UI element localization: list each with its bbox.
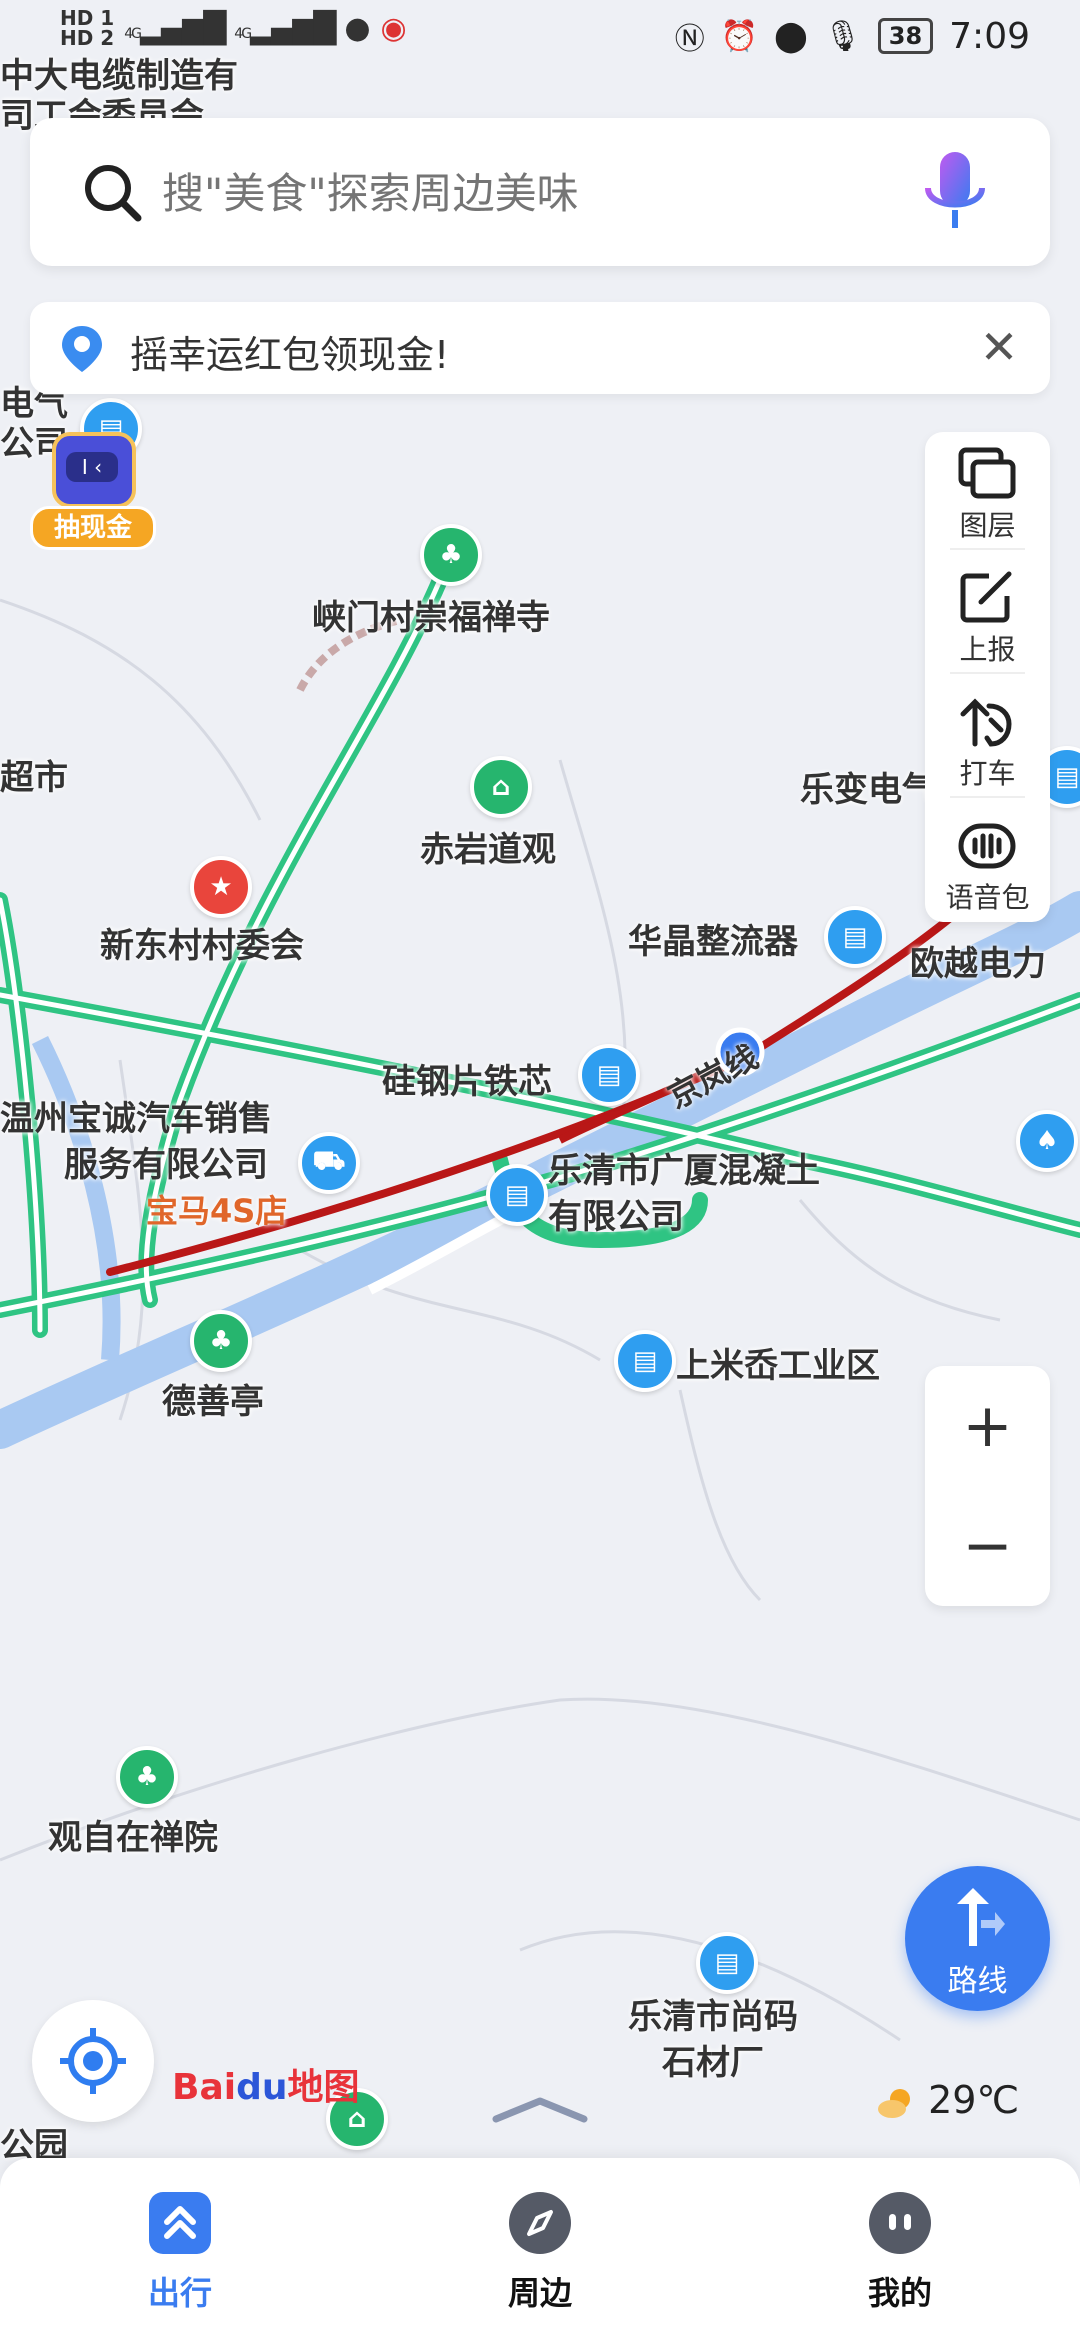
tool-voice-pack[interactable]: 语音包 xyxy=(925,804,1050,914)
label-ouyue[interactable]: 欧越电力 xyxy=(910,936,1046,985)
taxi-icon xyxy=(960,698,1012,747)
label-deshan[interactable]: 德善亭 xyxy=(162,1374,264,1423)
label-xindong[interactable]: 新东村村委会 xyxy=(100,918,304,967)
label-xiamen-temple[interactable]: 峡门村崇福禅寺 xyxy=(312,590,550,639)
tool-report-label: 上报 xyxy=(959,633,1016,666)
search-input[interactable] xyxy=(160,158,884,228)
clock: 7:09 xyxy=(949,15,1030,57)
cash-draw-label: 抽现金 xyxy=(30,506,156,550)
edit-icon xyxy=(960,571,1012,623)
chat-icon: ● xyxy=(344,10,371,46)
crosshair-icon xyxy=(60,2028,126,2094)
nfc-icon: Ⓝ xyxy=(674,22,705,57)
label-chiyan[interactable]: 赤岩道观 xyxy=(420,822,556,871)
microphone-icon[interactable] xyxy=(920,148,990,238)
app-notification-icon: ◉ xyxy=(380,10,407,46)
mic-status-icon: 🎙 xyxy=(823,18,862,54)
poi-guanzizai-icon[interactable]: ♣ xyxy=(116,1746,178,1808)
label-lebian[interactable]: 乐变电气 xyxy=(800,762,936,811)
tool-layers[interactable]: 图层 xyxy=(925,432,1050,550)
zoom-out-button[interactable]: − xyxy=(925,1486,1050,1606)
tool-report[interactable]: 上报 xyxy=(925,556,1050,674)
status-bar: HD 1 HD 2 4G▂▄▆█ 4G▂▄▆█ ● ◉ Ⓝ ⏰ ⬤ 🎙 38 7… xyxy=(0,0,1080,80)
label-guanzizai[interactable]: 观自在禅院 xyxy=(48,1810,218,1859)
promo-text[interactable]: 摇幸运红包领现金! xyxy=(130,324,449,379)
promo-banner[interactable]: 摇幸运红包领现金! ✕ xyxy=(30,302,1050,394)
route-arrow-icon xyxy=(957,1888,1005,1946)
layers-icon xyxy=(958,447,1016,499)
zoom-control: + − xyxy=(925,1366,1050,1606)
label-market[interactable]: 超市 xyxy=(0,750,68,799)
nav-travel-label: 出行 xyxy=(147,2274,212,2312)
map-tools-panel: 图层 上报 打车 语音包 xyxy=(925,432,1050,922)
nav-profile[interactable]: 我的 xyxy=(800,2192,1000,2314)
close-icon[interactable]: ✕ xyxy=(974,322,1024,372)
poi-shangma-icon[interactable]: ▤ xyxy=(696,1932,758,1994)
tool-taxi[interactable]: 打车 xyxy=(925,680,1050,798)
route-button[interactable]: 路线 xyxy=(905,1866,1050,2011)
search-icon[interactable] xyxy=(80,160,144,224)
poi-shangmi-icon[interactable]: ▤ xyxy=(614,1330,676,1392)
voice-pack-icon xyxy=(958,823,1016,869)
poi-park-icon[interactable]: ♠ xyxy=(1016,1110,1078,1172)
drawer-handle-icon[interactable] xyxy=(490,2095,590,2125)
location-pin-icon xyxy=(62,326,102,372)
nav-nearby[interactable]: 周边 xyxy=(440,2192,640,2314)
label-shangma[interactable]: 乐清市尚码 石材厂 xyxy=(628,1994,798,2086)
nav-travel[interactable]: 出行 xyxy=(80,2192,280,2314)
tool-taxi-label: 打车 xyxy=(959,757,1016,790)
partly-sunny-icon xyxy=(878,2088,910,2118)
poi-village-committee-icon[interactable]: ★ xyxy=(190,856,252,918)
label-baocheng[interactable]: 温州宝诚汽车销售 服务有限公司 xyxy=(0,1096,272,1188)
signal-indicators: HD 1 HD 2 4G▂▄▆█ 4G▂▄▆█ ● ◉ xyxy=(60,6,407,50)
zoom-in-button[interactable]: + xyxy=(925,1366,1050,1486)
cash-draw-badge[interactable]: I ‹ 抽现金 xyxy=(30,432,156,552)
alarm-icon: ⏰ xyxy=(720,18,759,54)
poi-temple-icon[interactable]: ♣ xyxy=(420,524,482,586)
nav-profile-label: 我的 xyxy=(867,2274,932,2312)
locate-me-button[interactable] xyxy=(32,2000,154,2122)
poi-taoist-temple-icon[interactable]: ⌂ xyxy=(470,756,532,818)
baidu-map-logo: Baidu地图 xyxy=(172,2067,360,2108)
temperature: 29℃ xyxy=(928,2078,1020,2122)
signal-icon-2: 4G▂▄▆█ xyxy=(234,10,336,46)
tool-voice-pack-label: 语音包 xyxy=(945,881,1030,914)
nav-nearby-label: 周边 xyxy=(507,2274,572,2312)
poi-car-dealer-icon[interactable]: ⛟ xyxy=(298,1132,360,1194)
weather-widget[interactable]: 29℃ xyxy=(876,2078,1019,2122)
system-indicators: Ⓝ ⏰ ⬤ 🎙 38 7:09 xyxy=(675,14,1030,58)
label-guangsha[interactable]: 乐清市广厦混凝土 有限公司 xyxy=(548,1148,820,1240)
route-label: 路线 xyxy=(947,1964,1008,1999)
bottom-nav: 出行 周边 我的 xyxy=(0,2158,1080,2340)
mascot-icon: I ‹ xyxy=(52,432,136,508)
poi-deshan-icon[interactable]: ♣ xyxy=(190,1310,252,1372)
battery-indicator: 38 xyxy=(877,18,934,54)
signal-icon: 4G▂▄▆█ xyxy=(124,10,226,46)
label-huajing[interactable]: 华晶整流器 xyxy=(628,914,798,963)
tool-layers-label: 图层 xyxy=(959,509,1016,542)
poi-guigang-icon[interactable]: ▤ xyxy=(578,1044,640,1106)
poi-huajing-icon[interactable]: ▤ xyxy=(824,906,886,968)
label-shangmi[interactable]: 上米岙工业区 xyxy=(676,1338,880,1387)
search-bar[interactable] xyxy=(30,118,1050,266)
location-icon: ⬤ xyxy=(774,18,808,54)
compass-icon xyxy=(509,2192,571,2254)
travel-icon xyxy=(149,2192,211,2254)
profile-icon xyxy=(869,2192,931,2254)
label-bmw[interactable]: 宝马4S店 xyxy=(146,1186,287,1232)
label-guigang[interactable]: 硅钢片铁芯 xyxy=(382,1054,552,1103)
poi-concrete-icon[interactable]: ▤ xyxy=(486,1164,548,1226)
